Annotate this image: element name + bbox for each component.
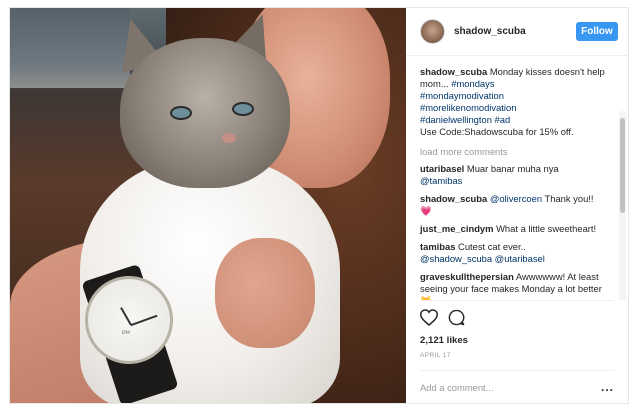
comment-text: What a little sweetheart! bbox=[496, 223, 597, 234]
caption-username[interactable]: shadow_scuba bbox=[420, 66, 487, 77]
post-actions: 2,121 likes APRIL 17 bbox=[419, 300, 614, 370]
heart-icon[interactable] bbox=[419, 309, 439, 329]
heart-emoji: 💗 bbox=[420, 205, 432, 216]
comment-text: Muar banar muha nya bbox=[466, 163, 559, 174]
post-header: shadow_scuba Follow bbox=[406, 8, 628, 56]
mention-link[interactable]: @olivercoen bbox=[490, 193, 542, 204]
photo-watch: DW bbox=[85, 276, 173, 364]
action-icons bbox=[419, 309, 614, 329]
hashtag-link[interactable]: #danielwellington bbox=[420, 114, 492, 125]
mention-link[interactable]: @tamibas bbox=[420, 175, 462, 186]
header-username[interactable]: shadow_scuba bbox=[454, 26, 576, 37]
mention-link[interactable]: @utaribasel bbox=[495, 253, 545, 264]
likes-count[interactable]: 2,121 likes bbox=[420, 335, 614, 346]
hashtag-link[interactable]: #mondaymodivation bbox=[420, 90, 504, 101]
photo-hand bbox=[215, 238, 315, 348]
more-options-icon[interactable]: ... bbox=[601, 381, 614, 393]
hashtag-link[interactable]: #mondays bbox=[451, 78, 494, 89]
watch-brand: DW bbox=[122, 331, 131, 336]
mention-link[interactable]: @shadow_scuba bbox=[420, 253, 492, 264]
hashtag-link[interactable]: #morelikenomodivation bbox=[420, 102, 516, 113]
avatar[interactable] bbox=[420, 19, 445, 44]
comment-text: Thank you!! bbox=[544, 193, 594, 204]
comment-item: utaribasel Muar banar muha nya @tamibas bbox=[420, 163, 614, 187]
load-more-comments-link[interactable]: load more comments bbox=[420, 146, 614, 157]
photo-background bbox=[10, 8, 130, 88]
comment-username[interactable]: just_me_cindym bbox=[420, 223, 493, 234]
comment-item: just_me_cindym What a little sweetheart! bbox=[420, 223, 614, 235]
post-photo[interactable]: DW bbox=[10, 8, 406, 403]
comment-text: Cutest cat ever.. bbox=[458, 241, 526, 252]
comment-item: shadow_scuba @olivercoen Thank you!! 💗 bbox=[420, 193, 614, 217]
caption-text: Use Code:Shadowscuba for 15% off. bbox=[420, 126, 574, 137]
comment-username[interactable]: graveskullthepersian bbox=[420, 271, 514, 282]
comment-username[interactable]: utaribasel bbox=[420, 163, 464, 174]
post-side-panel: shadow_scuba Follow shadow_scuba Monday … bbox=[406, 8, 628, 403]
comment-username[interactable]: shadow_scuba bbox=[420, 193, 487, 204]
comment-item: graveskullthepersian Awwwwww! At least s… bbox=[420, 271, 614, 300]
add-comment-bar: Add a comment... ... bbox=[420, 370, 614, 403]
comments-list[interactable]: shadow_scuba Monday kisses doesn't help … bbox=[406, 56, 628, 300]
comment-icon[interactable] bbox=[448, 309, 465, 329]
post-modal: DW shadow_scuba Follow shadow_scuba Mond… bbox=[9, 7, 629, 404]
caption: shadow_scuba Monday kisses doesn't help … bbox=[420, 66, 614, 138]
photo-cat-head bbox=[120, 38, 290, 188]
cat-emoji: 😺 bbox=[420, 295, 432, 300]
add-comment-input[interactable]: Add a comment... bbox=[420, 382, 493, 393]
photo-cat-eye bbox=[232, 102, 254, 116]
comment-item: tamibas Cutest cat ever.. @shadow_scuba … bbox=[420, 241, 614, 265]
post-date: APRIL 17 bbox=[420, 352, 451, 359]
photo-cat-eye bbox=[170, 106, 192, 120]
photo-cat-nose bbox=[222, 133, 236, 143]
hashtag-link[interactable]: #ad bbox=[495, 114, 511, 125]
scrollbar-thumb[interactable] bbox=[620, 118, 625, 213]
follow-button[interactable]: Follow bbox=[576, 22, 618, 41]
comment-username[interactable]: tamibas bbox=[420, 241, 455, 252]
